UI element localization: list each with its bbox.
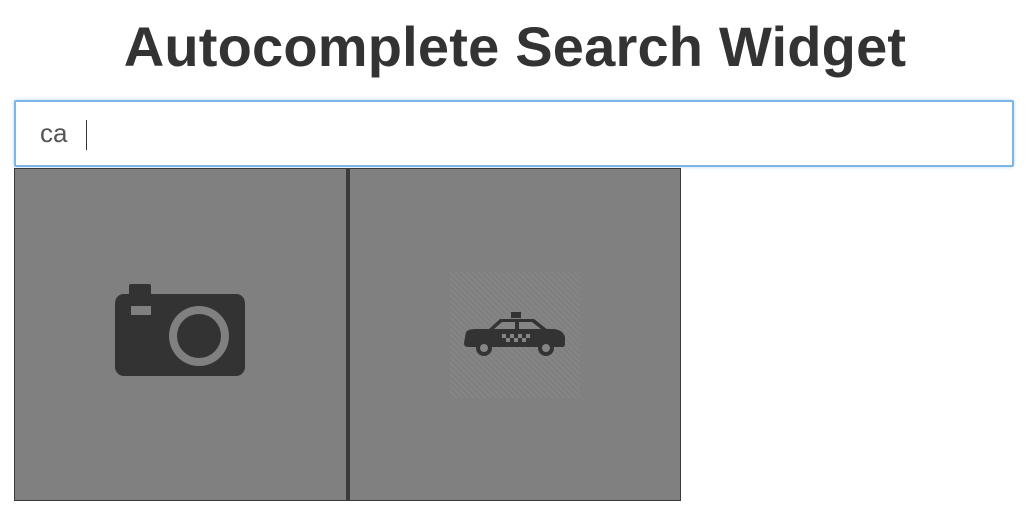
taxi-icon <box>463 312 565 356</box>
search-box[interactable] <box>14 100 1014 167</box>
page-title: Autocomplete Search Widget <box>123 15 907 78</box>
page: Autocomplete Search Widget <box>0 0 1030 520</box>
camera-icon <box>115 284 245 376</box>
text-caret <box>86 120 87 150</box>
taxi-image-frame <box>449 272 580 398</box>
result-item-camera[interactable] <box>14 168 347 501</box>
autocomplete-results <box>14 168 681 501</box>
result-item-taxi[interactable] <box>346 168 681 501</box>
search-input[interactable] <box>16 102 1012 165</box>
